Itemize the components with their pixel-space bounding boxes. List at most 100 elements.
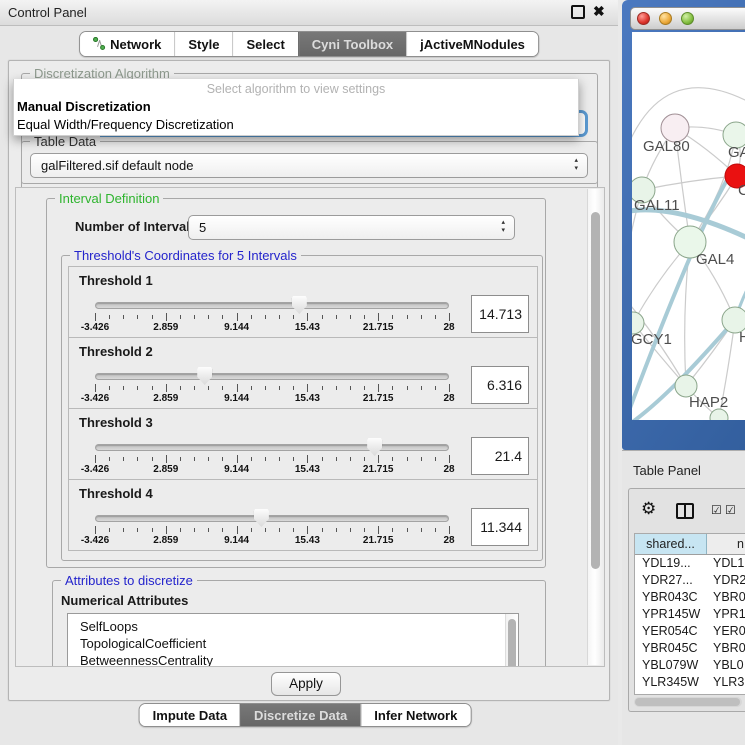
algorithm-option-equal-width-frequency-discretization[interactable]: Equal Width/Frequency Discretization xyxy=(14,116,578,134)
zoom-traffic-light-icon[interactable] xyxy=(681,12,694,25)
interval-definition-group: Interval Definition Number of Intervals … xyxy=(46,198,546,568)
apply-button[interactable]: Apply xyxy=(271,672,341,696)
threshold-slider-thumb-2[interactable] xyxy=(197,367,212,385)
bottom-tab-discretize-data[interactable]: Discretize Data xyxy=(240,704,360,726)
algorithm-dropdown-popup: Select algorithm to view settings Manual… xyxy=(13,79,579,136)
table-data-group: Table Data galFiltered.sif default node … xyxy=(21,141,598,184)
attributes-group: Attributes to discretize Numerical Attri… xyxy=(52,580,546,667)
slider-ticks xyxy=(95,384,449,393)
threshold-slider-thumb-1[interactable] xyxy=(292,296,307,314)
bottom-tab-infer-network[interactable]: Infer Network xyxy=(360,704,470,726)
slider-scale-labels: -3.4262.8599.14415.4321.71528 xyxy=(95,535,449,547)
settings-scrollbar[interactable] xyxy=(587,189,603,665)
bottom-tab-discretize-data-label: Discretize Data xyxy=(254,708,347,723)
threshold-slider-thumb-4[interactable] xyxy=(254,509,269,527)
network-canvas[interactable]: GAL80GACGAL11GAL4GCY1HHAP2 xyxy=(632,32,745,420)
tab-network[interactable]: Network xyxy=(80,32,174,56)
table-cell: YLR3 xyxy=(707,674,745,691)
control-panel: Control Panel ✖ NetworkStyleSelectCyni T… xyxy=(0,0,618,745)
table-row[interactable]: YDR27...YDR2 xyxy=(635,572,745,589)
table-panel-title: Table Panel xyxy=(633,463,701,478)
threshold-value-field-2[interactable]: 6.316 xyxy=(471,366,529,404)
threshold-slider-track-4[interactable] xyxy=(95,515,449,522)
threshold-slider-thumb-3[interactable] xyxy=(367,438,382,456)
tab-select[interactable]: Select xyxy=(232,32,297,56)
settings-scrollpane: Interval Definition Number of Intervals … xyxy=(15,187,605,667)
threshold-label-4: Threshold 4 xyxy=(79,486,153,501)
table-row[interactable]: YIL052CYIL0 xyxy=(635,691,745,695)
gear-icon[interactable]: ⚙ xyxy=(641,499,656,519)
threshold-slider-track-2[interactable] xyxy=(95,373,449,380)
window-titlebar xyxy=(630,7,745,30)
table-data-combo-value: galFiltered.sif default node xyxy=(41,158,193,173)
minimize-traffic-light-icon[interactable] xyxy=(659,12,672,25)
node-label-gal11: GAL11 xyxy=(634,197,680,214)
table-data-combo[interactable]: galFiltered.sif default node ▴▾ xyxy=(30,153,588,178)
tab-style-label: Style xyxy=(188,37,219,52)
attribute-item-topologicalcoefficient[interactable]: TopologicalCoefficient xyxy=(68,635,518,652)
tab-cyni-toolbox[interactable]: Cyni Toolbox xyxy=(298,32,406,56)
node-table[interactable]: shared...n YDL19...YDL1YDR27...YDR2YBR04… xyxy=(634,533,745,695)
tab-jactivemnodules[interactable]: jActiveMNodules xyxy=(406,32,538,56)
attribute-item-betweennesscentrality[interactable]: BetweennessCentrality xyxy=(68,652,518,667)
table-cell: YDR2 xyxy=(707,572,745,589)
node-label-c: C xyxy=(738,182,745,199)
node-label-ga: GA xyxy=(728,144,745,161)
threshold-row-1: Threshold 1-3.4262.8599.14415.4321.71528… xyxy=(68,266,538,338)
table-row[interactable]: YBR043CYBR0 xyxy=(635,589,745,606)
threshold-slider-track-1[interactable] xyxy=(95,302,449,309)
threshold-row-3: Threshold 3-3.4262.8599.14415.4321.71528… xyxy=(68,408,538,480)
numerical-attributes-list[interactable]: SelfLoopsTopologicalCoefficientBetweenne… xyxy=(67,613,519,667)
number-of-intervals-combo[interactable]: 5 ▴▾ xyxy=(188,215,515,240)
table-column-header-1[interactable]: shared... xyxy=(635,534,707,554)
node-label-h: H xyxy=(739,329,745,346)
close-icon[interactable]: ✖ xyxy=(593,3,605,20)
threshold-value-field-1[interactable]: 14.713 xyxy=(471,295,529,333)
node-label-gcy1: GCY1 xyxy=(632,331,672,348)
table-row[interactable]: YER054CYER0 xyxy=(635,623,745,640)
network-icon xyxy=(93,37,105,51)
table-row[interactable]: YPR145WYPR1 xyxy=(635,606,745,623)
threshold-slider-track-3[interactable] xyxy=(95,444,449,451)
table-cell: YPR1 xyxy=(707,606,745,623)
float-window-icon[interactable] xyxy=(571,5,585,19)
threshold-row-2: Threshold 2-3.4262.8599.14415.4321.71528… xyxy=(68,337,538,409)
checkbox-icon[interactable]: ☑ xyxy=(725,503,736,517)
bottom-tab-infer-network-label: Infer Network xyxy=(374,708,457,723)
tab-style[interactable]: Style xyxy=(174,32,232,56)
numerical-attributes-label: Numerical Attributes xyxy=(61,593,188,608)
algorithm-option-manual-discretization[interactable]: Manual Discretization xyxy=(14,98,578,116)
attribute-item-selfloops[interactable]: SelfLoops xyxy=(68,618,518,635)
checkbox-icon[interactable]: ☑ xyxy=(711,503,722,517)
combo-spinner-icon[interactable]: ▴▾ xyxy=(501,219,505,235)
table-row[interactable]: YBL079WYBL0 xyxy=(635,657,745,674)
slider-scale-labels: -3.4262.8599.14415.4321.71528 xyxy=(95,322,449,334)
table-cell: YBL079W xyxy=(635,657,707,674)
table-cell: YER0 xyxy=(707,623,745,640)
table-column-header-2[interactable]: n xyxy=(707,534,745,554)
table-cell: YDL19... xyxy=(635,555,707,572)
threshold-value-field-4[interactable]: 11.344 xyxy=(471,508,529,546)
table-cell: YBR045C xyxy=(635,640,707,657)
table-cell: YPR145W xyxy=(635,606,707,623)
table-row[interactable]: YLR345WYLR3 xyxy=(635,674,745,691)
column-layout-icon[interactable] xyxy=(676,503,694,519)
table-horizontal-scrollbar[interactable] xyxy=(634,697,742,707)
close-traffic-light-icon[interactable] xyxy=(637,12,650,25)
tab-network-label: Network xyxy=(110,37,161,52)
number-of-intervals-label: Number of Intervals xyxy=(75,219,197,234)
attributes-scrollbar[interactable] xyxy=(505,614,518,667)
slider-ticks xyxy=(95,313,449,322)
table-cell: YBR0 xyxy=(707,640,745,657)
combo-spinner-icon[interactable]: ▴▾ xyxy=(574,157,578,173)
table-cell: YDL1 xyxy=(707,555,745,572)
threshold-value-field-3[interactable]: 21.4 xyxy=(471,437,529,475)
table-panel-area: Table Panel ⚙ ☑ ☑ shared...n YDL19...YDL… xyxy=(622,450,745,745)
bottom-tab-impute-data[interactable]: Impute Data xyxy=(140,704,240,726)
threshold-label-3: Threshold 3 xyxy=(79,415,153,430)
algorithm-placeholder-option[interactable]: Select algorithm to view settings xyxy=(14,79,578,98)
table-row[interactable]: YBR045CYBR0 xyxy=(635,640,745,657)
tab-cyni-toolbox-label: Cyni Toolbox xyxy=(312,37,393,52)
table-row[interactable]: YDL19...YDL1 xyxy=(635,555,745,572)
table-cell: YDR27... xyxy=(635,572,707,589)
